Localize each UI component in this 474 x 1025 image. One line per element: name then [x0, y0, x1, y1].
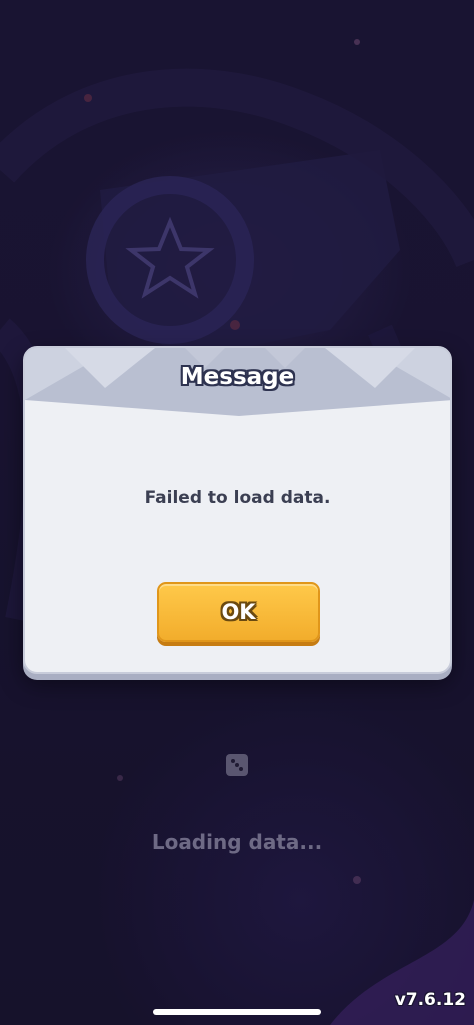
- ok-button-label: OK: [221, 600, 256, 624]
- loading-status-text: Loading data...: [151, 830, 323, 854]
- version-label: v7.6.12: [394, 990, 466, 1010]
- dialog-title: Message: [180, 364, 295, 390]
- home-indicator[interactable]: [153, 1009, 321, 1015]
- ok-button[interactable]: OK: [157, 582, 320, 642]
- dialog-header: Message: [25, 348, 450, 418]
- dice-icon: [226, 754, 248, 776]
- dialog-message: Failed to load data.: [144, 488, 331, 508]
- message-dialog: Message Failed to load data. OK: [23, 346, 452, 674]
